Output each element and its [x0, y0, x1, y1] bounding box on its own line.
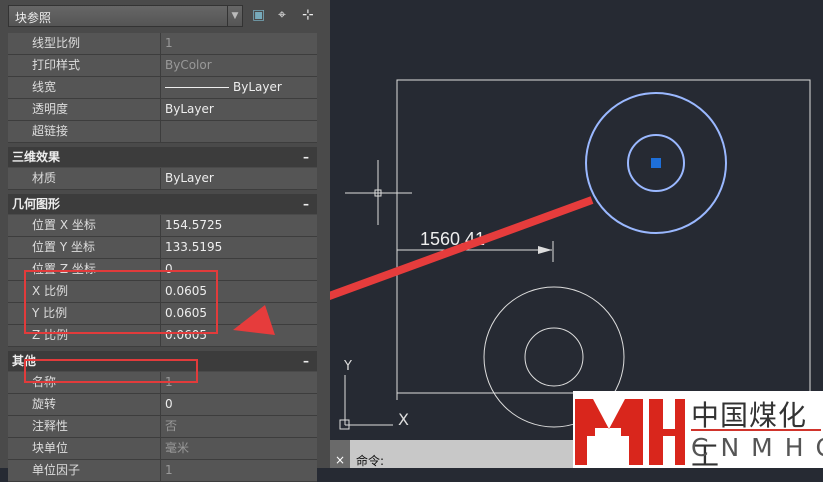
- property-value[interactable]: 1: [161, 460, 317, 481]
- ucs-y-label: Y: [343, 359, 352, 374]
- property-value[interactable]: 毫米: [161, 438, 317, 459]
- property-value[interactable]: ByLayer: [161, 168, 317, 189]
- inner-circle: [524, 327, 584, 387]
- section-header[interactable]: 三维效果 –: [8, 147, 317, 167]
- dropdown-value: 块参照: [15, 11, 52, 25]
- property-label: 线型比例: [8, 33, 161, 54]
- property-row[interactable]: 单位因子 1: [8, 460, 317, 482]
- property-row[interactable]: 块单位 毫米: [8, 438, 317, 460]
- property-value[interactable]: 1: [161, 33, 317, 54]
- section-title: 几何图形: [12, 197, 61, 211]
- property-row[interactable]: 线型比例 1: [8, 33, 317, 55]
- property-row[interactable]: 旋转 0: [8, 394, 317, 416]
- collapse-icon[interactable]: –: [303, 147, 309, 167]
- property-label: 单位因子: [8, 460, 161, 481]
- arrowhead: [233, 305, 275, 335]
- chevron-down-icon[interactable]: ▼: [227, 6, 242, 26]
- property-grid: 线型比例 1 打印样式 ByColor 线宽 ByLayer 透明度 ByLayer 超链接 三维…: [8, 33, 317, 482]
- logo-en: CNMHG: [691, 433, 823, 462]
- select-objects-icon[interactable]: ⌖: [278, 7, 286, 23]
- property-row[interactable]: 线宽 ByLayer: [8, 77, 317, 99]
- highlight-scale: [24, 270, 218, 334]
- drawing-canvas[interactable]: 1560.41 Y X: [330, 0, 823, 440]
- property-value[interactable]: ByLayer: [161, 99, 317, 120]
- command-prompt: 命令:: [356, 454, 385, 468]
- toggle-pickadd-icon[interactable]: ⊹: [302, 7, 314, 23]
- grip: [651, 158, 661, 168]
- object-type-dropdown[interactable]: 块参照 ▼: [8, 5, 243, 27]
- close-command-icon[interactable]: ×: [330, 440, 350, 468]
- property-row[interactable]: 透明度 ByLayer: [8, 99, 317, 121]
- properties-panel: 块参照 ▼ ▣ ⌖ ⊹ 线型比例 1 打印样式 ByColor 线宽 ByLayer 透明度 B…: [0, 0, 330, 482]
- property-row[interactable]: 位置 X 坐标 154.5725: [8, 215, 317, 237]
- logo-mark: [575, 399, 685, 465]
- property-value[interactable]: ByColor: [161, 55, 317, 76]
- property-label: 打印样式: [8, 55, 161, 76]
- quick-select-icon[interactable]: ▣: [252, 7, 265, 23]
- property-value[interactable]: 133.5195: [161, 237, 317, 258]
- property-label: 块单位: [8, 438, 161, 459]
- property-value[interactable]: 0: [161, 394, 317, 415]
- collapse-icon[interactable]: –: [303, 194, 309, 214]
- property-label: 位置 Y 坐标: [8, 237, 161, 258]
- property-value[interactable]: 154.5725: [161, 215, 317, 236]
- ucs-x-label: X: [398, 410, 409, 429]
- property-label: 超链接: [8, 121, 161, 142]
- highlight-name: [24, 359, 198, 383]
- property-label: 注释性: [8, 416, 161, 437]
- property-row[interactable]: 打印样式 ByColor: [8, 55, 317, 77]
- property-label: 材质: [8, 168, 161, 189]
- property-label: 位置 X 坐标: [8, 215, 161, 236]
- watermark-logo: 中国煤化工 CNMHG: [573, 391, 823, 472]
- property-label: 透明度: [8, 99, 161, 120]
- annotation-arrow: [330, 196, 594, 301]
- property-label: 线宽: [8, 77, 161, 98]
- property-value[interactable]: [161, 121, 317, 142]
- property-row[interactable]: 注释性否: [8, 416, 317, 438]
- section-title: 三维效果: [12, 150, 61, 164]
- property-label: 旋转: [8, 394, 161, 415]
- section-header[interactable]: 几何图形 –: [8, 194, 317, 214]
- property-value[interactable]: ByLayer: [161, 77, 317, 98]
- property-value[interactable]: 否: [161, 416, 317, 437]
- property-row[interactable]: 材质 ByLayer: [8, 168, 317, 190]
- property-row[interactable]: 位置 Y 坐标 133.5195: [8, 237, 317, 259]
- property-row[interactable]: 超链接: [8, 121, 317, 143]
- collapse-icon[interactable]: –: [303, 351, 309, 371]
